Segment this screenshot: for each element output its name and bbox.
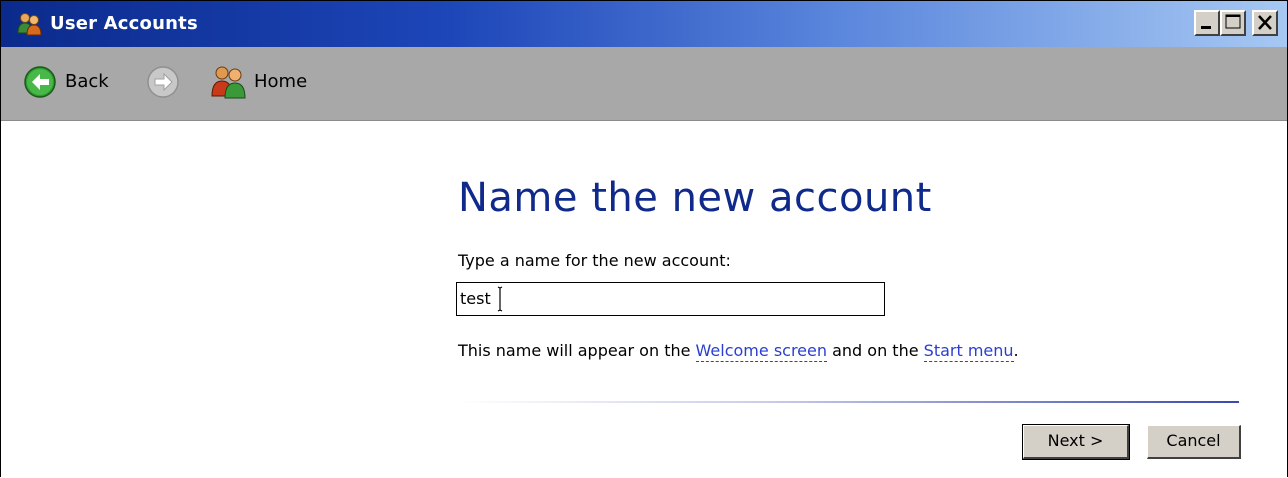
account-name-value: test	[460, 289, 491, 308]
welcome-screen-link[interactable]: Welcome screen	[695, 341, 828, 362]
page-title: Name the new account	[458, 175, 932, 221]
user-accounts-window: User Accounts Back Home Name the new acc…	[0, 0, 1288, 478]
home-button[interactable]: Home	[210, 64, 330, 100]
window-title: User Accounts	[50, 13, 198, 34]
divider	[458, 401, 1239, 403]
content-area: Name the new account Type a name for the…	[1, 121, 1287, 478]
close-button[interactable]	[1252, 10, 1278, 36]
back-button[interactable]: Back	[23, 64, 133, 100]
text-cursor-icon	[497, 286, 503, 312]
forward-arrow-icon	[147, 66, 179, 98]
navigation-toolbar: Back Home	[1, 47, 1287, 121]
info-suffix: .	[1013, 341, 1019, 360]
home-label: Home	[254, 71, 308, 92]
title-bar[interactable]: User Accounts	[1, 1, 1287, 47]
cancel-button[interactable]: Cancel	[1147, 425, 1241, 459]
info-text: This name will appear on the Welcome scr…	[458, 340, 1019, 362]
forward-button[interactable]	[145, 64, 185, 100]
maximize-icon	[1225, 14, 1241, 29]
account-name-label: Type a name for the new account:	[458, 251, 731, 270]
info-middle: and on the	[827, 341, 924, 360]
users-home-icon	[211, 66, 246, 99]
info-prefix: This name will appear on the	[458, 341, 696, 360]
users-icon	[17, 11, 43, 37]
minimize-icon	[1201, 26, 1211, 29]
start-menu-link[interactable]: Start menu	[923, 341, 1014, 362]
maximize-button[interactable]	[1220, 10, 1246, 36]
back-label: Back	[65, 71, 109, 92]
next-button[interactable]: Next >	[1022, 424, 1130, 460]
back-arrow-icon	[24, 66, 56, 98]
account-name-input[interactable]: test	[456, 282, 885, 316]
minimize-button[interactable]	[1194, 10, 1220, 36]
close-icon	[1258, 15, 1272, 30]
